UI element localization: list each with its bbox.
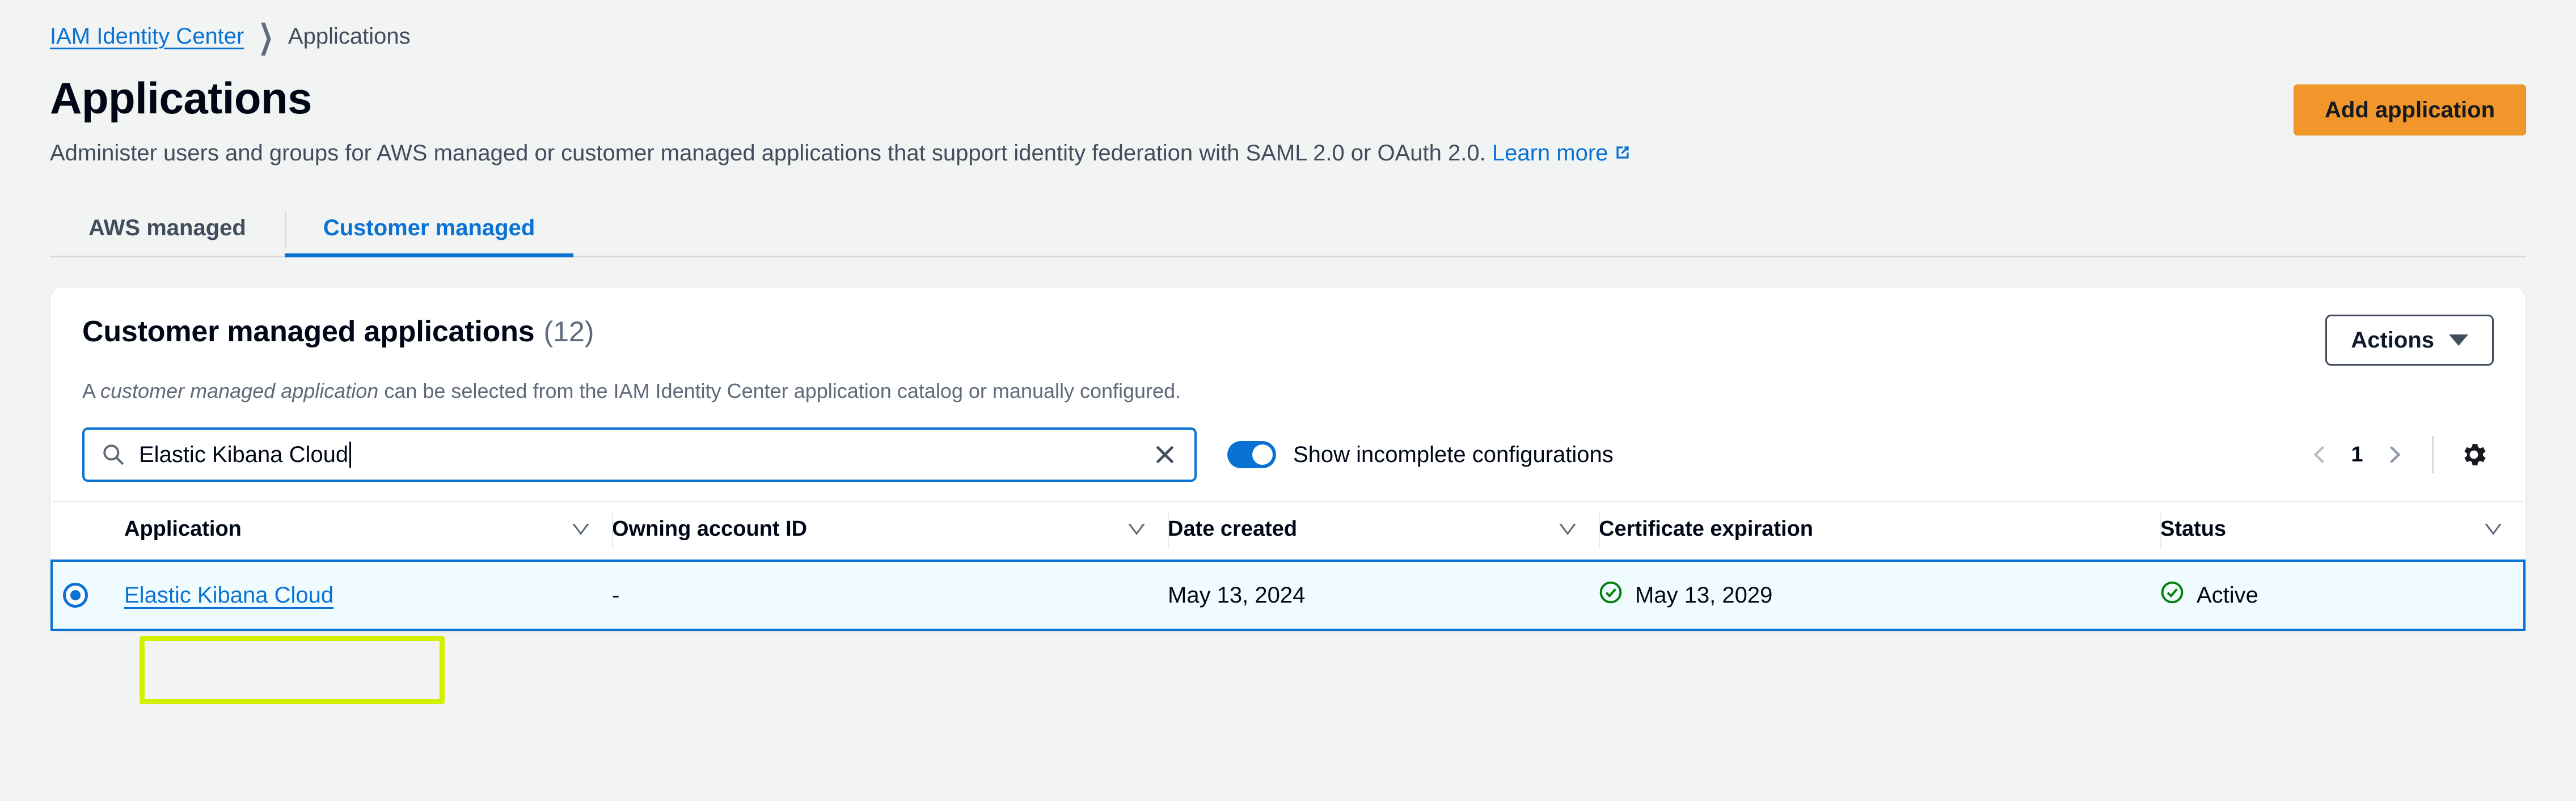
tab-aws-managed[interactable]: AWS managed <box>50 203 285 256</box>
pagination: 1 <box>2299 434 2494 476</box>
chevron-down-icon <box>2449 334 2468 346</box>
sort-icon-application[interactable] <box>572 523 589 535</box>
next-page-icon[interactable] <box>2373 434 2415 476</box>
breadcrumb-current-applications: Applications <box>288 24 411 49</box>
previous-page-icon[interactable] <box>2299 434 2341 476</box>
search-input-text: Elastic Kibana Cloud <box>139 442 349 468</box>
search-icon <box>102 443 125 467</box>
page-header: Applications Administer users and groups… <box>50 73 2526 170</box>
actions-button-label: Actions <box>2351 328 2434 353</box>
column-header-date-created[interactable]: Date created <box>1168 501 1599 562</box>
card-title: Customer managed applications <box>82 315 535 349</box>
show-incomplete-configurations-toggle-group: Show incomplete configurations <box>1227 441 1614 469</box>
card-subtitle-emphasis: customer managed application <box>100 379 379 403</box>
show-incomplete-configurations-label[interactable]: Show incomplete configurations <box>1293 442 1614 468</box>
application-link-elastic-kibana-cloud[interactable]: Elastic Kibana Cloud <box>124 583 333 608</box>
success-check-icon-certificate <box>1599 580 1623 610</box>
card-header: Customer managed applications (12) Actio… <box>50 287 2526 366</box>
customer-managed-applications-card: Customer managed applications (12) Actio… <box>50 287 2526 632</box>
breadcrumb: IAM Identity Center ❯ Applications <box>50 0 2526 53</box>
table-header: Application Owning account ID Date creat… <box>52 501 2524 562</box>
gear-icon[interactable] <box>2454 435 2494 474</box>
sort-icon-owning-account-id[interactable] <box>1128 523 1145 535</box>
sort-icon-status[interactable] <box>2485 523 2502 535</box>
cell-date-created: May 13, 2024 <box>1168 560 1599 632</box>
cell-application: Elastic Kibana Cloud <box>124 560 612 632</box>
annotation-highlight-box <box>140 636 445 704</box>
external-link-icon[interactable] <box>1613 139 1632 170</box>
row-select-cell <box>50 560 124 632</box>
table-header-row: Application Owning account ID Date creat… <box>52 501 2524 562</box>
card-subtitle: A customer managed application can be se… <box>50 378 2526 405</box>
column-header-owning-account-id-label: Owning account ID <box>612 517 808 541</box>
card-subtitle-suffix: can be selected from the IAM Identity Ce… <box>378 379 1181 403</box>
cell-owning-account-id: - <box>612 560 1168 632</box>
page-header-text: Applications Administer users and groups… <box>50 73 1632 170</box>
clear-search-icon[interactable] <box>1152 442 1177 467</box>
sort-icon-date-created[interactable] <box>1559 523 1576 535</box>
chevron-right-icon: ❯ <box>258 18 274 55</box>
column-header-status-label: Status <box>2160 517 2227 541</box>
toggle-knob <box>1252 444 1273 465</box>
show-incomplete-configurations-toggle[interactable] <box>1227 441 1276 469</box>
text-cursor <box>349 442 352 468</box>
column-select <box>52 501 124 562</box>
column-header-application-label: Application <box>124 517 242 541</box>
page-description-text: Administer users and groups for AWS mana… <box>50 141 1486 166</box>
pagination-divider <box>2432 436 2434 474</box>
column-header-date-created-label: Date created <box>1168 517 1298 541</box>
column-header-status[interactable]: Status <box>2160 501 2524 562</box>
success-check-icon-status <box>2160 580 2184 610</box>
card-count: (12) <box>543 316 594 348</box>
card-subtitle-prefix: A <box>82 379 101 403</box>
breadcrumb-link-iam-identity-center[interactable]: IAM Identity Center <box>50 24 244 49</box>
learn-more-link[interactable]: Learn more <box>1492 141 1608 166</box>
filter-bar: Elastic Kibana Cloud Show incomplete con… <box>50 405 2526 501</box>
certificate-expiration-value: May 13, 2029 <box>1635 582 1773 608</box>
row-radio-button[interactable] <box>63 583 88 608</box>
page-description: Administer users and groups for AWS mana… <box>50 138 1632 170</box>
tabs: AWS managed Customer managed <box>50 203 2526 258</box>
column-header-application[interactable]: Application <box>124 501 612 562</box>
applications-page: IAM Identity Center ❯ Applications Appli… <box>0 0 2576 801</box>
search-input-value: Elastic Kibana Cloud <box>139 442 352 468</box>
applications-table: Application Owning account ID Date creat… <box>50 501 2526 632</box>
card-title-row: Customer managed applications (12) <box>82 315 594 349</box>
page-title: Applications <box>50 73 313 123</box>
cell-certificate-expiration: May 13, 2029 <box>1599 560 2160 632</box>
search-input[interactable]: Elastic Kibana Cloud <box>82 427 1197 482</box>
column-header-owning-account-id[interactable]: Owning account ID <box>612 501 1168 562</box>
table-row[interactable]: Elastic Kibana Cloud - May 13, 2024 May … <box>50 560 2526 632</box>
add-application-button[interactable]: Add application <box>2294 84 2526 135</box>
actions-button[interactable]: Actions <box>2325 315 2494 366</box>
page-number-1[interactable]: 1 <box>2341 443 2373 467</box>
column-header-certificate-expiration: Certificate expiration <box>1599 501 2160 562</box>
table-body: Elastic Kibana Cloud - May 13, 2024 May … <box>50 560 2526 632</box>
tab-customer-managed[interactable]: Customer managed <box>284 203 574 258</box>
column-header-certificate-expiration-label: Certificate expiration <box>1599 517 1813 541</box>
cell-status: Active <box>2160 560 2526 632</box>
status-badge: Active <box>2197 582 2258 608</box>
